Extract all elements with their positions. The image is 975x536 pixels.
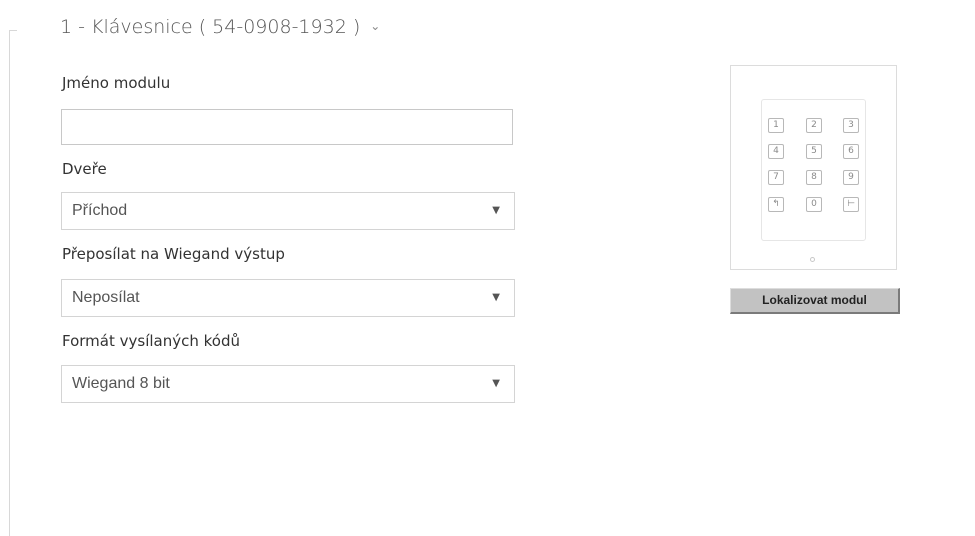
module-name-input[interactable] <box>61 109 513 145</box>
locate-module-button[interactable]: Lokalizovat modul <box>730 288 900 314</box>
keypad-key: 7 <box>768 170 784 185</box>
keypad-key: 3 <box>843 118 859 133</box>
keypad-key: 8 <box>806 170 822 185</box>
keypad-module-image: 1 2 3 4 5 6 7 8 9 ↰ 0 ⊢ <box>730 65 897 270</box>
keypad-key: 0 <box>806 197 822 212</box>
door-label: Dveře <box>62 160 107 178</box>
keypad-key: 2 <box>806 118 822 133</box>
keypad-key: 9 <box>843 170 859 185</box>
keypad-key: 4 <box>768 144 784 159</box>
keypad-key: 5 <box>806 144 822 159</box>
module-header[interactable]: 1 - Klávesnice ( 54-0908-1932 ) ⌄ <box>60 16 380 38</box>
wiegand-forward-select-value: Neposílat <box>72 289 140 306</box>
keypad-key: ↰ <box>768 197 784 212</box>
section-frame-line <box>9 30 10 536</box>
module-title: 1 - Klávesnice ( 54-0908-1932 ) <box>60 16 361 38</box>
keypad-key: 1 <box>768 118 784 133</box>
chevron-down-icon[interactable]: ⌄ <box>370 19 380 33</box>
triangle-down-icon: ▼ <box>492 378 500 389</box>
code-format-select-value: Wiegand 8 bit <box>72 375 170 392</box>
section-frame-tick <box>9 30 17 31</box>
triangle-down-icon: ▼ <box>492 292 500 303</box>
door-select-value: Příchod <box>72 202 128 219</box>
wiegand-forward-select[interactable]: Neposílat ▼ <box>61 279 515 317</box>
keypad-led-indicator <box>810 257 815 262</box>
keypad-key: 6 <box>843 144 859 159</box>
keypad-grid: 1 2 3 4 5 6 7 8 9 ↰ 0 ⊢ <box>761 99 866 241</box>
module-name-label: Jméno modulu <box>62 74 171 92</box>
door-select[interactable]: Příchod ▼ <box>61 192 515 230</box>
keypad-key: ⊢ <box>843 197 859 212</box>
code-format-select[interactable]: Wiegand 8 bit ▼ <box>61 365 515 403</box>
code-format-label: Formát vysílaných kódů <box>62 332 240 350</box>
triangle-down-icon: ▼ <box>492 205 500 216</box>
wiegand-forward-label: Přeposílat na Wiegand výstup <box>62 245 285 263</box>
